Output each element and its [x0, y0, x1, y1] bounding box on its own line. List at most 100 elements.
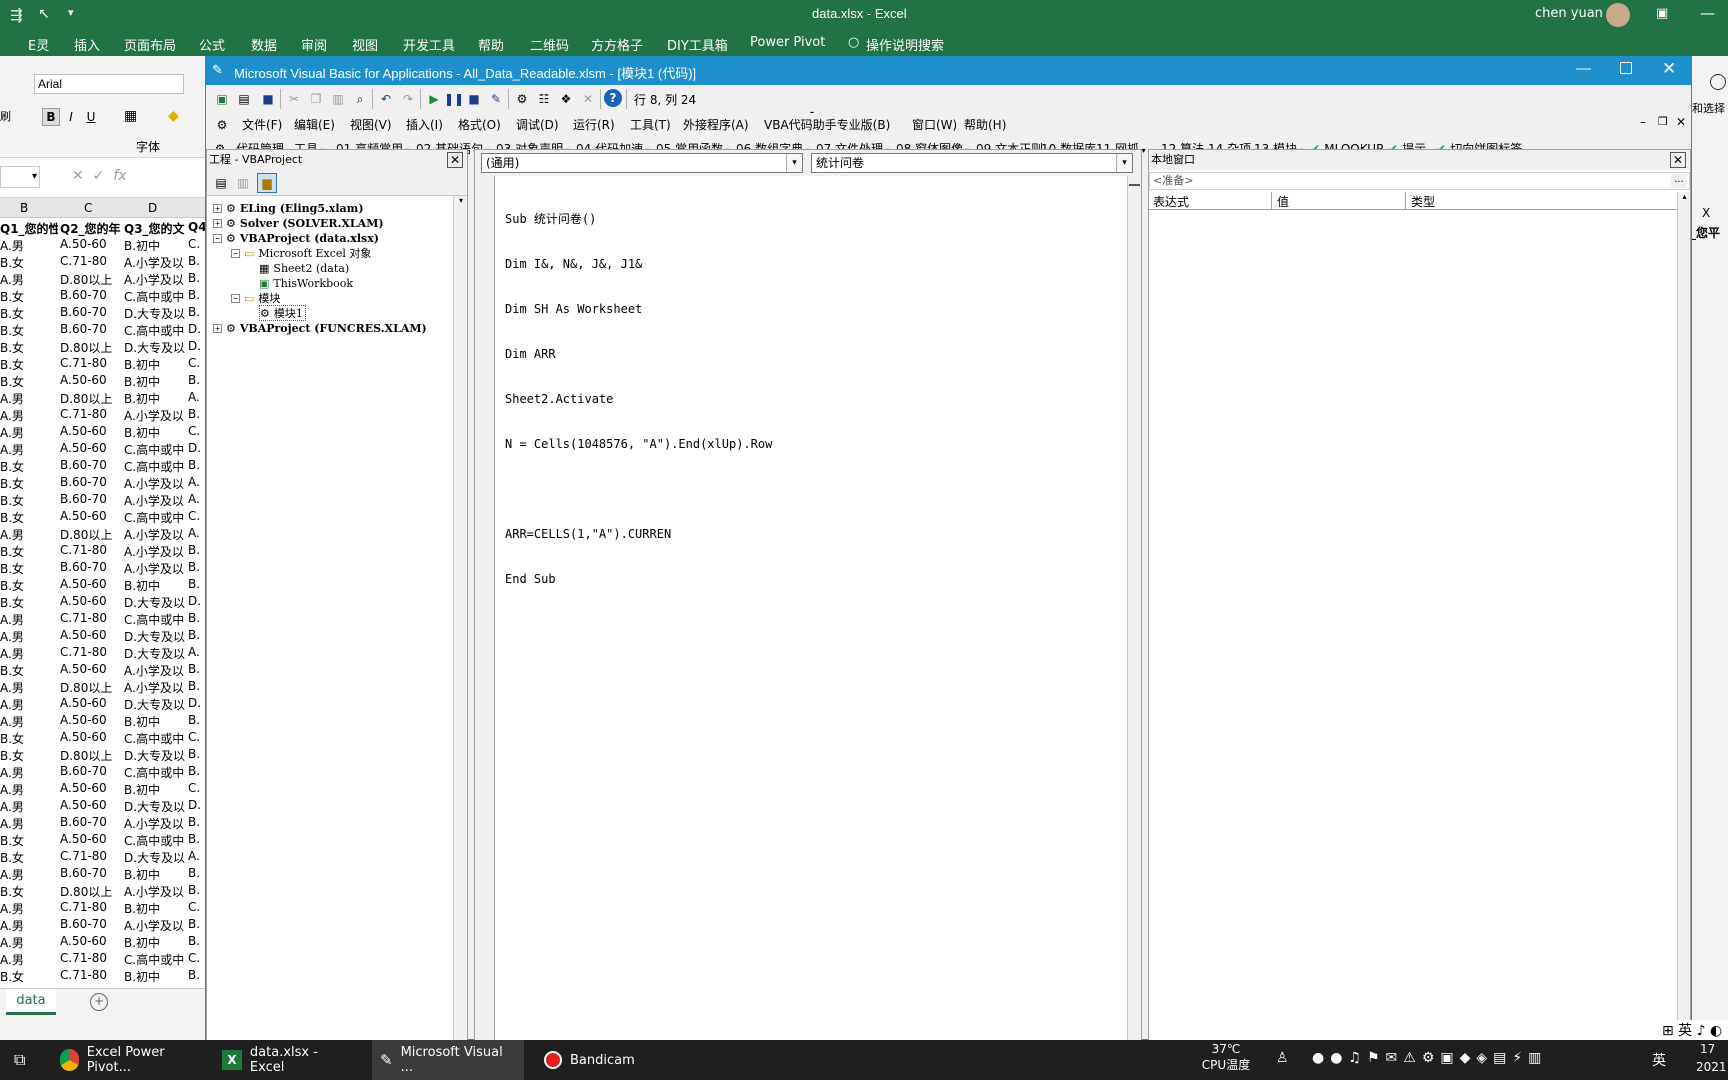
close-icon[interactable]: ✕	[1670, 152, 1686, 168]
table-cell[interactable]: A.男	[0, 526, 58, 543]
table-cell[interactable]: B.	[188, 543, 205, 557]
menu-item[interactable]: VBA代码助手专业版(B)	[764, 113, 890, 137]
table-cell[interactable]: B.	[188, 407, 205, 421]
undo-icon[interactable]: ↶	[376, 89, 396, 109]
ribbon-tab[interactable]: 开发工具	[403, 35, 455, 54]
table-cell[interactable]: B.女	[0, 373, 58, 390]
code-line[interactable]: Dim SH As Worksheet	[505, 302, 772, 317]
clock-date[interactable]: 2021	[1696, 1060, 1727, 1074]
close-icon[interactable]: ✕	[1662, 59, 1676, 79]
underline-icon[interactable]: U	[82, 108, 100, 126]
menu-item[interactable]: 格式(O)	[458, 113, 501, 137]
table-cell[interactable]: C.71-80	[60, 900, 122, 914]
user-name[interactable]: chen yuan	[1535, 6, 1603, 21]
header-cell-q2[interactable]: Q2_您的年	[60, 220, 122, 237]
ribbon-tab[interactable]: 数据	[251, 35, 277, 54]
italic-icon[interactable]: I	[62, 108, 80, 126]
fill-color-icon[interactable]: ◆	[168, 108, 179, 124]
table-cell[interactable]: A.男	[0, 815, 58, 832]
table-cell[interactable]: D.大专及以	[124, 594, 186, 611]
table-cell[interactable]: B.	[188, 628, 205, 642]
autosave-icon[interactable]: ⇶	[10, 6, 23, 24]
menu-item[interactable]: 外接程序(A)	[683, 113, 749, 137]
taskbar-item-vba[interactable]: ✎ Microsoft Visual ...	[372, 1040, 524, 1080]
cut-icon[interactable]: ✂	[284, 89, 304, 109]
table-cell[interactable]: D.大专及以	[124, 747, 186, 764]
table-cell[interactable]: A.男	[0, 798, 58, 815]
column-header-d[interactable]: D	[148, 201, 157, 215]
name-box-dropdown[interactable]: ▾	[0, 166, 40, 188]
table-cell[interactable]: A.男	[0, 917, 58, 934]
table-cell[interactable]: C.	[188, 951, 205, 965]
table-cell[interactable]: C.高中或中	[124, 322, 186, 339]
task-view-icon[interactable]: ⧉	[6, 1040, 46, 1080]
table-cell[interactable]: D.大专及以	[124, 305, 186, 322]
code-line[interactable]: N = Cells(1048576, "A").End(xlUp).Row	[505, 437, 772, 452]
close-icon[interactable]: ✕	[447, 152, 463, 168]
table-cell[interactable]: D.80以上	[60, 747, 122, 764]
table-cell[interactable]: A.男	[0, 390, 58, 407]
table-cell[interactable]: A.50-60	[60, 832, 122, 846]
table-cell[interactable]: B.	[188, 560, 205, 574]
break-icon[interactable]: ❚❚	[444, 89, 464, 109]
table-cell[interactable]: B.女	[0, 356, 58, 373]
table-cell[interactable]: B.	[188, 662, 205, 676]
table-cell[interactable]: B.初中	[124, 781, 186, 798]
table-cell[interactable]: A.男	[0, 781, 58, 798]
object-combo[interactable]: (通用) ▾	[481, 153, 803, 173]
code-margin[interactable]	[475, 176, 495, 1040]
redo-icon[interactable]: ↷	[398, 89, 418, 109]
header-cell-q4[interactable]: Q4	[188, 220, 205, 234]
table-cell[interactable]: C.71-80	[60, 611, 122, 625]
table-cell[interactable]: A.50-60	[60, 662, 122, 676]
find-select-label[interactable]: 和选择	[1692, 100, 1725, 116]
table-cell[interactable]: D.大专及以	[124, 798, 186, 815]
table-cell[interactable]: B.初中	[124, 373, 186, 390]
table-cell[interactable]: A.	[188, 390, 205, 404]
expand-icon[interactable]: +	[213, 218, 222, 228]
table-cell[interactable]: D.	[188, 339, 205, 353]
table-cell[interactable]: B.女	[0, 254, 58, 271]
table-cell[interactable]: B.女	[0, 475, 58, 492]
table-cell[interactable]: D.	[188, 696, 205, 710]
table-cell[interactable]: C.71-80	[60, 849, 122, 863]
table-cell[interactable]: B.	[188, 764, 205, 778]
table-cell[interactable]: C.	[188, 237, 205, 251]
minimize-icon[interactable]: —	[1700, 4, 1715, 22]
table-cell[interactable]: B.初中	[124, 934, 186, 951]
ribbon-tab[interactable]: 视图	[352, 35, 378, 54]
avatar[interactable]	[1606, 3, 1630, 27]
table-cell[interactable]: B.女	[0, 577, 58, 594]
maximize-icon[interactable]	[1620, 62, 1632, 74]
table-cell[interactable]: B.60-70	[60, 475, 122, 489]
table-cell[interactable]: A.男	[0, 866, 58, 883]
font-name-box[interactable]: Arial	[34, 74, 184, 94]
table-cell[interactable]: C.	[188, 356, 205, 370]
expand-icon[interactable]: +	[213, 203, 222, 213]
table-cell[interactable]: A.50-60	[60, 594, 122, 608]
project-explorer-icon[interactable]: ⚙	[512, 89, 532, 109]
scroll-up-icon[interactable]: ▴	[1679, 192, 1690, 204]
call-stack-button[interactable]: ...	[1671, 174, 1687, 188]
table-cell[interactable]: C.71-80	[60, 356, 122, 370]
table-cell[interactable]: A.男	[0, 713, 58, 730]
table-cell[interactable]: A.小学及以	[124, 526, 186, 543]
paste-icon[interactable]: ▥	[328, 89, 348, 109]
table-cell[interactable]: C.高中或中	[124, 951, 186, 968]
table-cell[interactable]: B.	[188, 713, 205, 727]
ribbon-tab[interactable]: Power Pivot	[750, 35, 825, 50]
border-icon[interactable]: ▦	[124, 108, 137, 124]
table-cell[interactable]: B.	[188, 968, 205, 982]
table-cell[interactable]: B.	[188, 883, 205, 897]
table-cell[interactable]: C.高中或中	[124, 832, 186, 849]
table-cell[interactable]: B.初中	[124, 866, 186, 883]
table-cell[interactable]: B.初中	[124, 968, 186, 985]
tree-item-sheet2[interactable]: ▦ Sheet2 (data)	[259, 260, 349, 276]
table-cell[interactable]: B.女	[0, 288, 58, 305]
table-cell[interactable]: B.女	[0, 492, 58, 509]
table-cell[interactable]: A.男	[0, 271, 58, 288]
tree-item-modules[interactable]: − ▭ 模块	[231, 290, 280, 306]
table-cell[interactable]: D.	[188, 594, 205, 608]
table-cell[interactable]: A.男	[0, 679, 58, 696]
table-cell[interactable]: B.女	[0, 509, 58, 526]
